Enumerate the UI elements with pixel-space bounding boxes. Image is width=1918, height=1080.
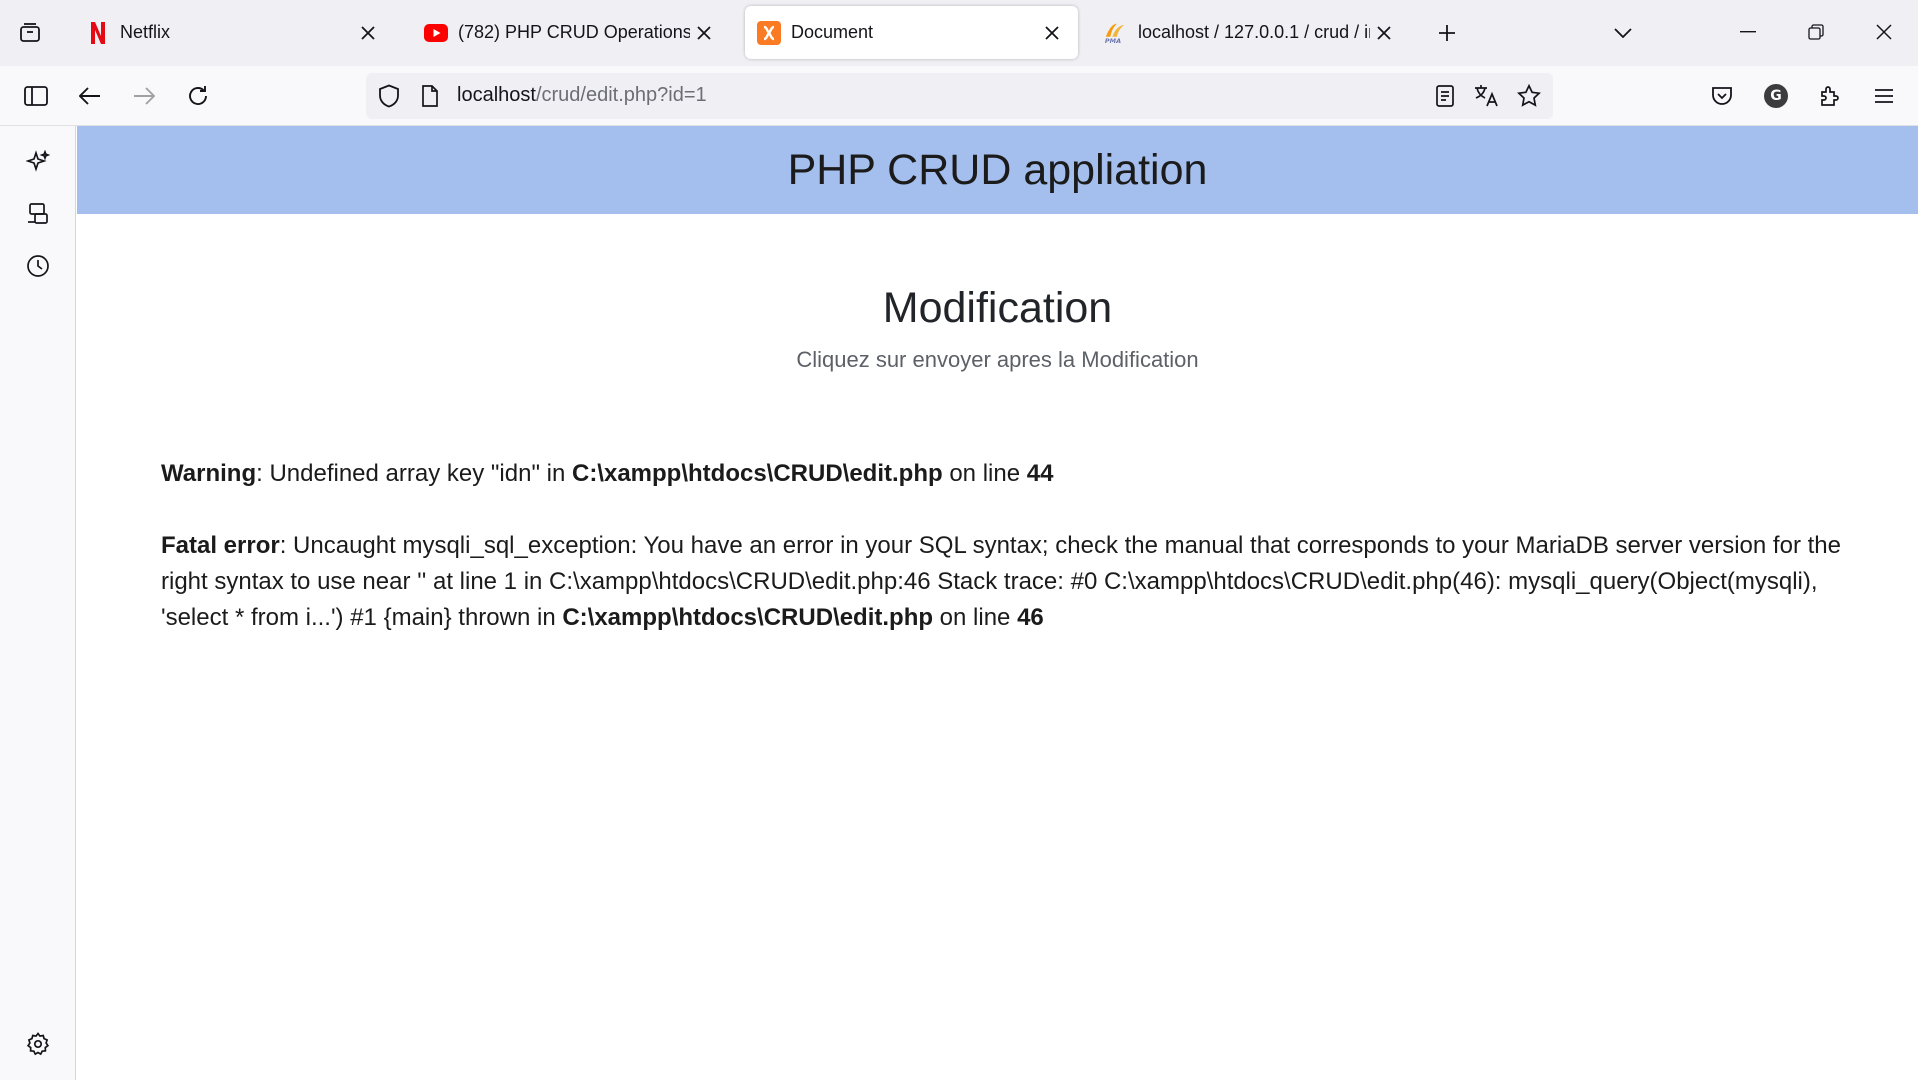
history-button[interactable] (18, 246, 58, 286)
tab-netflix[interactable]: Netflix (74, 6, 394, 59)
hamburger-menu-icon (1874, 88, 1894, 104)
url-text[interactable]: localhost/crud/edit.php?id=1 (457, 84, 707, 107)
app-header: PHP CRUD appliation (77, 126, 1918, 214)
window-close-button[interactable] (1852, 8, 1916, 56)
fatal-label: Fatal error (161, 532, 280, 559)
translate-icon[interactable] (1473, 82, 1501, 110)
sidebar (0, 126, 76, 1080)
pocket-button[interactable] (1702, 76, 1742, 116)
tab-title: localhost / 127.0.0.1 / crud / ins (1138, 22, 1370, 42)
close-icon[interactable] (690, 19, 718, 47)
youtube-icon (424, 21, 448, 45)
xampp-icon (757, 20, 781, 45)
tab-title: Document (791, 22, 874, 42)
back-button[interactable] (70, 76, 110, 116)
fatal-file: C:\xampp\htdocs\CRUD\edit.php (562, 604, 934, 631)
sparkle-icon (26, 150, 50, 174)
fatal-on-line: on line (933, 604, 1018, 631)
restore-button[interactable] (1784, 8, 1848, 56)
shield-icon[interactable] (375, 82, 403, 110)
address-bar[interactable]: localhost/crud/edit.php?id=1 (366, 73, 1553, 119)
tab-strip: Netflix (782) PHP CRUD Operations with D… (0, 0, 1918, 66)
sidebar-icon (24, 86, 48, 106)
pocket-icon (1711, 86, 1733, 106)
warning-message: : Undefined array key "idn" in (256, 460, 572, 487)
minimize-button[interactable] (1716, 8, 1780, 56)
warning-on-line: on line (942, 460, 1027, 487)
puzzle-icon (1819, 85, 1841, 107)
restore-icon (1808, 24, 1824, 40)
sidebar-toggle-button[interactable] (16, 76, 56, 116)
tab-document[interactable]: Document (745, 6, 1078, 59)
tab-title: Netflix (120, 22, 171, 42)
tab-overview-icon (19, 22, 41, 44)
new-tab-button[interactable] (1427, 13, 1467, 53)
page-subheading: Cliquez sur envoyer apres la Modificatio… (796, 347, 1199, 372)
synced-tabs-icon (26, 202, 50, 226)
synced-tabs-button[interactable] (18, 194, 58, 234)
close-icon[interactable] (354, 19, 382, 47)
account-button[interactable]: G (1756, 76, 1796, 116)
netflix-icon (86, 21, 110, 45)
avatar: G (1764, 84, 1788, 108)
forward-button[interactable] (124, 76, 164, 116)
warning-file: C:\xampp\htdocs\CRUD\edit.php (571, 460, 943, 487)
ai-chatbot-button[interactable] (18, 142, 58, 182)
sidebar-settings-button[interactable] (18, 1024, 58, 1064)
minimize-icon (1740, 31, 1756, 33)
page-icon[interactable] (416, 82, 444, 110)
extensions-button[interactable] (1810, 76, 1850, 116)
url-path: /crud/edit.php?id=1 (535, 84, 707, 106)
list-all-tabs-button[interactable] (1603, 13, 1643, 53)
tab-phpmyadmin[interactable]: PMA localhost / 127.0.0.1 / crud / ins (1092, 6, 1410, 59)
close-icon[interactable] (1038, 19, 1066, 47)
php-warning: Warning: Undefined array key "idn" in C:… (161, 456, 1841, 492)
gear-icon (26, 1032, 50, 1056)
warning-label: Warning (161, 460, 257, 487)
tab-title: (782) PHP CRUD Operations with (458, 22, 690, 42)
reader-view-icon[interactable] (1431, 82, 1459, 110)
arrow-right-icon (133, 87, 155, 105)
navigation-toolbar: localhost/crud/edit.php?id=1 G (0, 66, 1918, 126)
close-icon[interactable] (1370, 19, 1398, 47)
reload-icon (187, 85, 209, 107)
page-heading: Modification (882, 284, 1113, 332)
bookmark-star-icon[interactable] (1515, 82, 1543, 110)
clock-icon (26, 254, 50, 278)
chevron-down-icon (1614, 28, 1632, 38)
warning-line-number: 44 (1026, 460, 1054, 487)
app-menu-button[interactable] (1864, 76, 1904, 116)
php-fatal-error: Fatal error: Uncaught mysqli_sql_excepti… (161, 528, 1841, 636)
tab-overview-button[interactable] (10, 13, 50, 53)
fatal-line-number: 46 (1017, 604, 1044, 631)
page-content: PHP CRUD appliation Modification Cliquez… (77, 126, 1918, 1080)
arrow-left-icon (79, 87, 101, 105)
reload-button[interactable] (178, 76, 218, 116)
tab-youtube[interactable]: (782) PHP CRUD Operations with (412, 6, 730, 59)
phpmyadmin-icon: PMA (1104, 21, 1128, 45)
app-title: PHP CRUD appliation (787, 145, 1208, 194)
close-icon (1876, 24, 1892, 40)
plus-icon (1438, 24, 1456, 42)
url-host: localhost (457, 84, 536, 106)
svg-text:PMA: PMA (1105, 37, 1121, 45)
